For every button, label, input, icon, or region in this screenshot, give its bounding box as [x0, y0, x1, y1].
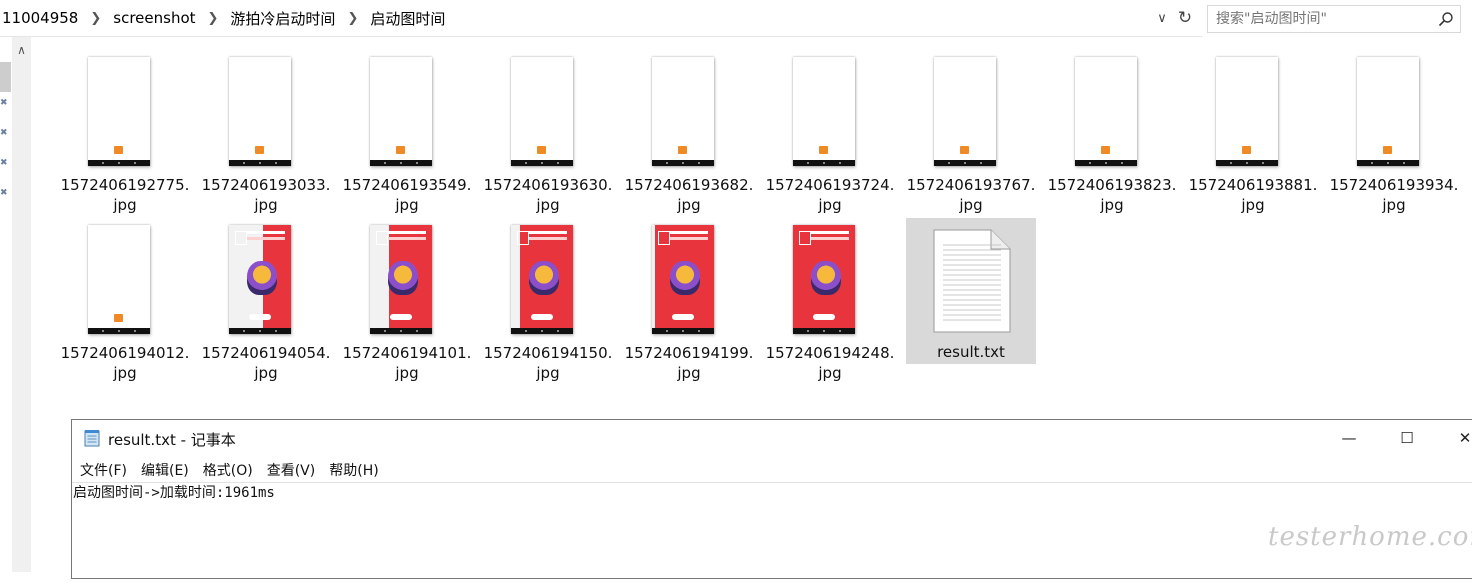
file-item[interactable]: 1572406194054.jpg [201, 213, 331, 382]
file-name: 1572406194054.jpg [201, 344, 331, 382]
file-item[interactable]: 1572406194150.jpg [483, 213, 613, 382]
file-item[interactable]: 1572406193881.jpg [1188, 45, 1318, 214]
file-item[interactable]: 1572406193630.jpg [483, 45, 613, 214]
file-item[interactable]: 1572406193549.jpg [342, 45, 472, 214]
file-name: 1572406193823.jpg [1047, 176, 1177, 214]
file-name: result.txt [937, 343, 1005, 361]
file-item[interactable]: 1572406194248.jpg [765, 213, 895, 382]
file-item[interactable]: 1572406193767.jpg [906, 45, 1036, 214]
refresh-icon[interactable]: ↻ [1175, 8, 1195, 28]
chevron-right-icon[interactable]: ❯ [198, 11, 229, 26]
chevron-down-icon[interactable]: ∨ [1153, 9, 1171, 27]
chevron-right-icon[interactable]: ❯ [80, 11, 111, 26]
file-item[interactable]: result.txt [906, 218, 1036, 364]
image-thumbnail [370, 57, 432, 166]
menu-format[interactable]: 格式(O) [195, 460, 253, 480]
notepad-icon [84, 430, 100, 447]
file-item[interactable]: 1572406194012.jpg [60, 213, 190, 382]
watermark-logo: testerhome.com [1268, 522, 1472, 552]
image-thumbnail [793, 225, 855, 334]
image-thumbnail [1075, 57, 1137, 166]
scrollbar-track[interactable] [12, 37, 31, 572]
menu-help[interactable]: 帮助(H) [321, 460, 378, 480]
image-thumbnail [229, 225, 291, 334]
pin-icon: ✖ [0, 128, 8, 138]
breadcrumb-item[interactable]: 11004958 [0, 9, 80, 27]
image-thumbnail [511, 225, 573, 334]
minimize-button[interactable]: — [1320, 420, 1378, 456]
pin-icon: ✖ [0, 98, 8, 108]
address-bar[interactable]: 11004958 ❯ screenshot ❯ 游拍冷启动时间 ❯ 启动图时间 … [0, 0, 1202, 37]
file-item[interactable]: 1572406194199.jpg [624, 213, 754, 382]
text-editor[interactable]: 启动图时间->加载时间:1961ms [72, 482, 1472, 583]
close-button[interactable]: ✕ [1436, 420, 1472, 456]
breadcrumb-item[interactable]: 启动图时间 [368, 8, 447, 29]
file-name: 1572406194199.jpg [624, 344, 754, 382]
chevron-right-icon[interactable]: ❯ [337, 11, 368, 26]
file-name: 1572406193549.jpg [342, 176, 472, 214]
file-name: 1572406194012.jpg [60, 344, 190, 382]
image-thumbnail [229, 57, 291, 166]
maximize-button[interactable]: ☐ [1378, 420, 1436, 456]
notepad-window[interactable]: result.txt - 记事本 — ☐ ✕ 文件(F) 编辑(E) 格式(O)… [71, 419, 1472, 579]
file-name: 1572406193724.jpg [765, 176, 895, 214]
image-thumbnail [88, 57, 150, 166]
breadcrumb[interactable]: 11004958 ❯ screenshot ❯ 游拍冷启动时间 ❯ 启动图时间 [0, 0, 447, 36]
file-item[interactable]: 1572406193823.jpg [1047, 45, 1177, 214]
file-item[interactable]: 1572406192775.jpg [60, 45, 190, 214]
pin-icon: ✖ [0, 188, 8, 198]
menu-view[interactable]: 查看(V) [259, 460, 316, 480]
menu-bar: 文件(F) 编辑(E) 格式(O) 查看(V) 帮助(H) [72, 460, 385, 480]
file-name: 1572406193934.jpg [1329, 176, 1459, 214]
file-name: 1572406193033.jpg [201, 176, 331, 214]
file-name: 1572406193881.jpg [1188, 176, 1318, 214]
file-name: 1572406193630.jpg [483, 176, 613, 214]
file-item[interactable]: 1572406193033.jpg [201, 45, 331, 214]
image-thumbnail [652, 225, 714, 334]
file-name: 1572406193682.jpg [624, 176, 754, 214]
file-name: 1572406194101.jpg [342, 344, 472, 382]
image-thumbnail [934, 57, 996, 166]
image-thumbnail [793, 57, 855, 166]
image-thumbnail [652, 57, 714, 166]
file-name: 1572406193767.jpg [906, 176, 1036, 214]
nav-scrollbar-thumb[interactable] [0, 62, 11, 92]
navigation-pane[interactable]: ∧ ✖ ✖ ✖ ✖ [0, 37, 32, 572]
scroll-up-icon[interactable]: ∧ [12, 42, 31, 58]
search-box[interactable] [1207, 5, 1461, 33]
text-file-icon [933, 229, 1011, 333]
breadcrumb-item[interactable]: screenshot [111, 9, 197, 27]
menu-edit[interactable]: 编辑(E) [133, 460, 189, 480]
file-item[interactable]: 1572406193934.jpg [1329, 45, 1459, 214]
file-item[interactable]: 1572406194101.jpg [342, 213, 472, 382]
search-icon[interactable] [1438, 11, 1454, 27]
file-item[interactable]: 1572406193682.jpg [624, 45, 754, 214]
image-thumbnail [511, 57, 573, 166]
image-thumbnail [1216, 57, 1278, 166]
image-thumbnail [88, 225, 150, 334]
breadcrumb-item[interactable]: 游拍冷启动时间 [228, 8, 337, 29]
file-item[interactable]: 1572406193724.jpg [765, 45, 895, 214]
file-name: 1572406194248.jpg [765, 344, 895, 382]
pin-icon: ✖ [0, 158, 8, 168]
image-thumbnail [1357, 57, 1419, 166]
file-name: 1572406192775.jpg [60, 176, 190, 214]
image-thumbnail [370, 225, 432, 334]
search-input[interactable] [1216, 10, 1426, 28]
menu-file[interactable]: 文件(F) [72, 460, 127, 480]
file-name: 1572406194150.jpg [483, 344, 613, 382]
window-title: result.txt - 记事本 [108, 431, 236, 449]
title-bar[interactable]: result.txt - 记事本 — ☐ ✕ [72, 420, 1472, 456]
